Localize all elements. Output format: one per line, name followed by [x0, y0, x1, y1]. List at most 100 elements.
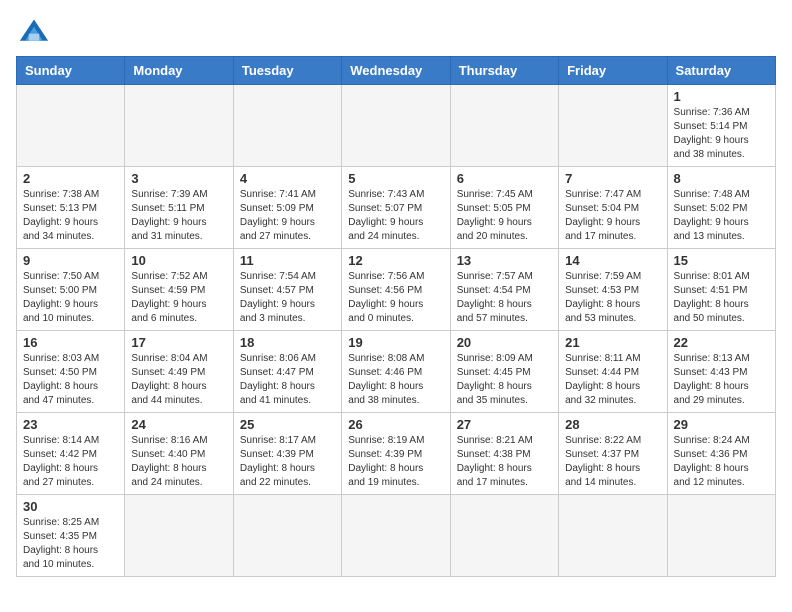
logo-icon — [16, 16, 52, 46]
day-number: 7 — [565, 171, 660, 186]
calendar-week-row: 9 Sunrise: 7:50 AM Sunset: 5:00 PM Daylig… — [17, 249, 776, 331]
weekday-header: Tuesday — [233, 57, 341, 85]
day-number: 29 — [674, 417, 769, 432]
day-info: Sunrise: 8:24 AM Sunset: 4:36 PM Dayligh… — [674, 434, 769, 490]
day-number: 5 — [348, 171, 443, 186]
day-number: 18 — [240, 335, 335, 350]
calendar-cell: 23 Sunrise: 8:14 AM Sunset: 4:42 PM Dayli… — [17, 413, 125, 495]
page-header — [16, 16, 776, 46]
calendar-week-row: 16 Sunrise: 8:03 AM Sunset: 4:50 PM Dayli… — [17, 331, 776, 413]
day-number: 30 — [23, 499, 118, 514]
day-info: Sunrise: 8:25 AM Sunset: 4:35 PM Dayligh… — [23, 516, 118, 572]
calendar-cell: 17Sunrise: 8:04 AM Sunset: 4:49 PM Dayli… — [125, 331, 233, 413]
calendar-cell — [17, 85, 125, 167]
calendar-cell — [559, 495, 667, 577]
day-number: 10 — [131, 253, 226, 268]
calendar-cell — [233, 85, 341, 167]
calendar-cell: 30 Sunrise: 8:25 AM Sunset: 4:35 PM Dayli… — [17, 495, 125, 577]
calendar-cell — [450, 85, 558, 167]
calendar-week-row: 23 Sunrise: 8:14 AM Sunset: 4:42 PM Dayli… — [17, 413, 776, 495]
calendar-cell — [233, 495, 341, 577]
day-info: Sunrise: 7:41 AM Sunset: 5:09 PM Dayligh… — [240, 188, 335, 244]
day-info: Sunrise: 7:50 AM Sunset: 5:00 PM Dayligh… — [23, 270, 118, 326]
day-number: 14 — [565, 253, 660, 268]
day-number: 2 — [23, 171, 118, 186]
calendar-cell: 25 Sunrise: 8:17 AM Sunset: 4:39 PM Dayli… — [233, 413, 341, 495]
day-info: Sunrise: 7:52 AM Sunset: 4:59 PM Dayligh… — [131, 270, 226, 326]
day-info: Sunrise: 7:36 AM Sunset: 5:14 PM Dayligh… — [674, 106, 769, 162]
weekday-header-row: SundayMondayTuesdayWednesdayThursdayFrid… — [17, 57, 776, 85]
day-info: Sunrise: 8:11 AM Sunset: 4:44 PM Dayligh… — [565, 352, 660, 408]
calendar-cell: 19Sunrise: 8:08 AM Sunset: 4:46 PM Dayli… — [342, 331, 450, 413]
day-info: Sunrise: 7:59 AM Sunset: 4:53 PM Dayligh… — [565, 270, 660, 326]
day-info: Sunrise: 7:48 AM Sunset: 5:02 PM Dayligh… — [674, 188, 769, 244]
calendar-cell: 2 Sunrise: 7:38 AM Sunset: 5:13 PM Daylig… — [17, 167, 125, 249]
calendar-cell: 3Sunrise: 7:39 AM Sunset: 5:11 PM Daylig… — [125, 167, 233, 249]
day-info: Sunrise: 8:19 AM Sunset: 4:39 PM Dayligh… — [348, 434, 443, 490]
day-number: 21 — [565, 335, 660, 350]
calendar-cell: 10 Sunrise: 7:52 AM Sunset: 4:59 PM Dayli… — [125, 249, 233, 331]
day-info: Sunrise: 8:22 AM Sunset: 4:37 PM Dayligh… — [565, 434, 660, 490]
day-number: 16 — [23, 335, 118, 350]
calendar-cell — [667, 495, 775, 577]
day-info: Sunrise: 8:14 AM Sunset: 4:42 PM Dayligh… — [23, 434, 118, 490]
calendar-cell — [342, 495, 450, 577]
weekday-header: Sunday — [17, 57, 125, 85]
day-number: 6 — [457, 171, 552, 186]
day-info: Sunrise: 8:17 AM Sunset: 4:39 PM Dayligh… — [240, 434, 335, 490]
calendar-cell — [125, 495, 233, 577]
day-info: Sunrise: 7:54 AM Sunset: 4:57 PM Dayligh… — [240, 270, 335, 326]
calendar-table: SundayMondayTuesdayWednesdayThursdayFrid… — [16, 56, 776, 577]
logo — [16, 16, 56, 46]
calendar-cell: 27 Sunrise: 8:21 AM Sunset: 4:38 PM Dayli… — [450, 413, 558, 495]
weekday-header: Wednesday — [342, 57, 450, 85]
calendar-cell: 24Sunrise: 8:16 AM Sunset: 4:40 PM Dayli… — [125, 413, 233, 495]
day-info: Sunrise: 8:13 AM Sunset: 4:43 PM Dayligh… — [674, 352, 769, 408]
day-number: 3 — [131, 171, 226, 186]
day-info: Sunrise: 8:16 AM Sunset: 4:40 PM Dayligh… — [131, 434, 226, 490]
day-number: 8 — [674, 171, 769, 186]
calendar-cell: 29 Sunrise: 8:24 AM Sunset: 4:36 PM Dayli… — [667, 413, 775, 495]
weekday-header: Friday — [559, 57, 667, 85]
day-info: Sunrise: 7:57 AM Sunset: 4:54 PM Dayligh… — [457, 270, 552, 326]
calendar-cell — [559, 85, 667, 167]
day-number: 26 — [348, 417, 443, 432]
calendar-cell: 1 Sunrise: 7:36 AM Sunset: 5:14 PM Daylig… — [667, 85, 775, 167]
calendar-cell: 21 Sunrise: 8:11 AM Sunset: 4:44 PM Dayli… — [559, 331, 667, 413]
day-number: 23 — [23, 417, 118, 432]
calendar-cell — [125, 85, 233, 167]
calendar-cell: 14 Sunrise: 7:59 AM Sunset: 4:53 PM Dayli… — [559, 249, 667, 331]
day-info: Sunrise: 8:01 AM Sunset: 4:51 PM Dayligh… — [674, 270, 769, 326]
day-number: 9 — [23, 253, 118, 268]
calendar-cell: 4Sunrise: 7:41 AM Sunset: 5:09 PM Daylig… — [233, 167, 341, 249]
calendar-cell: 6Sunrise: 7:45 AM Sunset: 5:05 PM Daylig… — [450, 167, 558, 249]
calendar-cell: 22 Sunrise: 8:13 AM Sunset: 4:43 PM Dayli… — [667, 331, 775, 413]
calendar-cell: 26 Sunrise: 8:19 AM Sunset: 4:39 PM Dayli… — [342, 413, 450, 495]
calendar-cell: 11 Sunrise: 7:54 AM Sunset: 4:57 PM Dayli… — [233, 249, 341, 331]
day-info: Sunrise: 7:43 AM Sunset: 5:07 PM Dayligh… — [348, 188, 443, 244]
day-info: Sunrise: 7:38 AM Sunset: 5:13 PM Dayligh… — [23, 188, 118, 244]
calendar-cell: 9 Sunrise: 7:50 AM Sunset: 5:00 PM Daylig… — [17, 249, 125, 331]
day-number: 22 — [674, 335, 769, 350]
day-number: 11 — [240, 253, 335, 268]
calendar-cell: 18 Sunrise: 8:06 AM Sunset: 4:47 PM Dayli… — [233, 331, 341, 413]
day-info: Sunrise: 7:47 AM Sunset: 5:04 PM Dayligh… — [565, 188, 660, 244]
day-info: Sunrise: 8:09 AM Sunset: 4:45 PM Dayligh… — [457, 352, 552, 408]
day-number: 27 — [457, 417, 552, 432]
day-number: 20 — [457, 335, 552, 350]
day-number: 25 — [240, 417, 335, 432]
calendar-cell: 15 Sunrise: 8:01 AM Sunset: 4:51 PM Dayli… — [667, 249, 775, 331]
calendar-cell: 8 Sunrise: 7:48 AM Sunset: 5:02 PM Daylig… — [667, 167, 775, 249]
calendar-week-row: 30 Sunrise: 8:25 AM Sunset: 4:35 PM Dayli… — [17, 495, 776, 577]
day-info: Sunrise: 8:06 AM Sunset: 4:47 PM Dayligh… — [240, 352, 335, 408]
calendar-cell: 12Sunrise: 7:56 AM Sunset: 4:56 PM Dayli… — [342, 249, 450, 331]
day-info: Sunrise: 8:03 AM Sunset: 4:50 PM Dayligh… — [23, 352, 118, 408]
calendar-cell — [342, 85, 450, 167]
weekday-header: Monday — [125, 57, 233, 85]
calendar-cell: 7 Sunrise: 7:47 AM Sunset: 5:04 PM Daylig… — [559, 167, 667, 249]
day-number: 1 — [674, 89, 769, 104]
calendar-cell: 5 Sunrise: 7:43 AM Sunset: 5:07 PM Daylig… — [342, 167, 450, 249]
day-number: 15 — [674, 253, 769, 268]
day-number: 13 — [457, 253, 552, 268]
day-info: Sunrise: 8:21 AM Sunset: 4:38 PM Dayligh… — [457, 434, 552, 490]
